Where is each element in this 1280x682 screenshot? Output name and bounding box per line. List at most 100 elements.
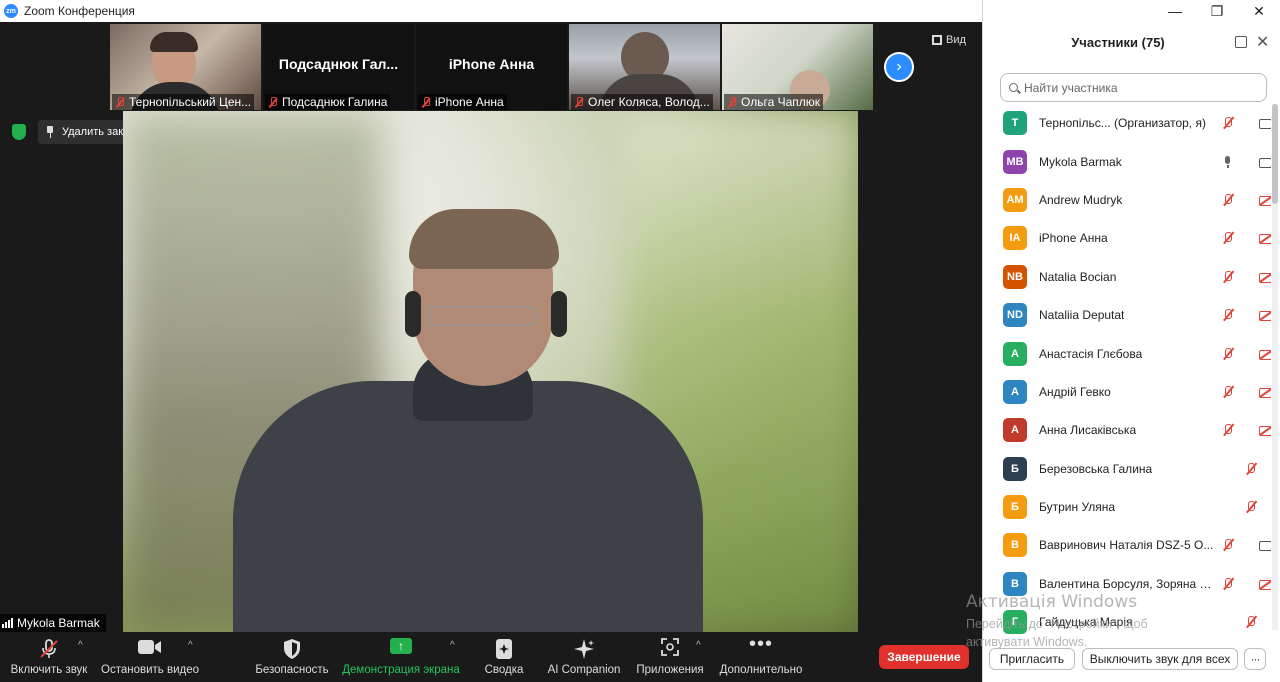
more-button[interactable]: ••• Дополнительно — [716, 633, 806, 680]
video-thumbnail[interactable]: Олег Коляса, Волод... — [569, 24, 720, 110]
participant-name: Андрій Гевко — [1039, 384, 1111, 399]
mic-muted-icon — [727, 96, 737, 108]
participant-row[interactable]: А Анна Лисаківська — [983, 411, 1271, 449]
participant-name: Анна Лисаківська — [1039, 423, 1137, 438]
avatar: Г — [1003, 610, 1027, 634]
unmute-button[interactable]: ^ Включить звук — [8, 636, 90, 680]
mic-muted-icon[interactable] — [1221, 308, 1235, 322]
participant-row[interactable]: AM Andrew Mudryk — [983, 181, 1271, 219]
stop-video-button[interactable]: ^ Остановить видео — [100, 636, 200, 680]
thumbnail-name: iPhone Анна — [435, 95, 504, 109]
participant-row[interactable]: Б Березовська Галина — [983, 450, 1271, 488]
maximize-icon[interactable]: ❐ — [1196, 0, 1238, 22]
video-thumbnail[interactable]: Ольга Чаплюк — [722, 24, 873, 110]
view-button[interactable]: Вид — [932, 34, 966, 46]
meeting-area: Тернопільський Цен... Подсаднюк Гал... П… — [0, 22, 982, 632]
video-thumbnail[interactable]: iPhone Анна iPhone Анна — [416, 24, 567, 110]
thumbnail-name: Олег Коляса, Волод... — [588, 95, 710, 109]
video-off-icon[interactable] — [1258, 308, 1271, 322]
video-thumbnail[interactable]: Тернопільський Цен... — [110, 24, 261, 110]
participant-row[interactable]: Б Бутрин Уляна — [983, 488, 1271, 526]
mic-muted-icon[interactable] — [1221, 116, 1235, 130]
participant-row[interactable]: В Вавринович Наталія DSZ-5 О... — [983, 526, 1271, 564]
video-off-icon[interactable] — [1258, 385, 1271, 399]
video-camera-icon[interactable] — [1258, 116, 1271, 130]
video-camera-icon[interactable] — [1258, 538, 1271, 552]
video-off-icon[interactable] — [1258, 231, 1271, 245]
avatar: ND — [1003, 303, 1027, 328]
mic-muted-icon[interactable] — [1244, 500, 1258, 514]
minimize-icon[interactable]: — — [1154, 0, 1196, 22]
popout-icon[interactable] — [1235, 36, 1247, 48]
mic-muted-icon[interactable] — [1221, 347, 1235, 361]
participant-row[interactable]: T Тернопільс... (Организатор, я) — [983, 104, 1271, 142]
share-screen-button[interactable]: ↑ ^ Демонстрация экрана — [340, 636, 462, 680]
window-title: Zoom Конференция — [24, 4, 135, 18]
more-options-button[interactable]: ··· — [1244, 648, 1266, 670]
mic-muted-icon[interactable] — [1221, 577, 1235, 591]
mic-muted-icon[interactable] — [1221, 193, 1235, 207]
avatar: Б — [1003, 495, 1027, 520]
window-close-icon[interactable]: ✕ — [1238, 0, 1280, 22]
video-options-caret[interactable]: ^ — [188, 640, 193, 651]
apps-options-caret[interactable]: ^ — [696, 640, 701, 651]
window-controls: — ❐ ✕ — [1154, 0, 1280, 22]
participant-name: Natalia Bocian — [1039, 269, 1117, 284]
apps-button[interactable]: ^ Приложения — [632, 636, 708, 680]
mic-muted-icon[interactable] — [1221, 231, 1235, 245]
video-thumbnail[interactable]: Подсаднюк Гал... Подсаднюк Галина — [263, 24, 414, 110]
share-screen-icon: ↑ — [390, 638, 412, 654]
video-off-icon[interactable] — [1258, 423, 1271, 437]
video-camera-icon — [138, 640, 161, 654]
mic-muted-icon[interactable] — [1221, 538, 1235, 552]
mic-muted-icon[interactable] — [1221, 385, 1235, 399]
mic-muted-icon[interactable] — [1244, 615, 1258, 629]
participant-row[interactable]: ND Nataliia Deputat — [983, 296, 1271, 334]
thumbnail-name: Тернопільський Цен... — [129, 95, 252, 109]
security-button[interactable]: Безопасность — [252, 636, 332, 680]
mic-muted-icon[interactable] — [1221, 423, 1235, 437]
participant-search[interactable] — [1000, 73, 1267, 102]
video-off-icon[interactable] — [1258, 270, 1271, 284]
participant-row[interactable]: А Андрій Гевко — [983, 373, 1271, 411]
speaker-name: Mykola Barmak — [17, 616, 100, 630]
participant-name: iPhone Анна — [1039, 231, 1108, 246]
participant-row[interactable]: IA iPhone Анна — [983, 219, 1271, 257]
more-dots-icon: ••• — [748, 633, 773, 655]
video-camera-icon[interactable] — [1258, 155, 1271, 169]
end-meeting-button[interactable]: Завершение — [879, 645, 969, 669]
mic-muted-icon[interactable] — [1244, 462, 1258, 476]
summary-button[interactable]: Сводка — [476, 636, 532, 680]
close-icon[interactable]: ✕ — [1256, 32, 1269, 52]
participant-row[interactable]: MB Mykola Barmak — [983, 142, 1271, 180]
share-options-caret[interactable]: ^ — [450, 640, 455, 651]
video-off-icon[interactable] — [1258, 347, 1271, 361]
window-titlebar: zm Zoom Конференция — [0, 0, 982, 22]
participant-row[interactable]: А Анастасія Глєбова — [983, 334, 1271, 372]
mic-icon[interactable] — [1221, 155, 1235, 169]
shield-icon — [284, 639, 300, 659]
participant-row[interactable]: В Валентина Борсуля, Зоряна М... — [983, 565, 1271, 603]
participant-name: Andrew Mudryk — [1039, 192, 1123, 207]
search-input[interactable] — [1024, 80, 1244, 95]
avatar: А — [1003, 379, 1027, 404]
thumbnail-label: Тернопільський Цен... — [112, 94, 255, 110]
ai-companion-button[interactable]: AI Companion — [544, 636, 624, 680]
video-off-icon[interactable] — [1258, 193, 1271, 207]
audio-options-caret[interactable]: ^ — [78, 640, 83, 651]
participant-row[interactable]: NB Natalia Bocian — [983, 258, 1271, 296]
participant-name: Nataliia Deputat — [1039, 308, 1125, 323]
summary-label: Сводка — [484, 664, 524, 676]
avatar: MB — [1003, 149, 1027, 174]
next-page-button[interactable]: › — [884, 52, 914, 82]
participant-name: Бутрин Уляна — [1039, 500, 1116, 515]
security-shield-icon[interactable] — [12, 124, 26, 140]
mute-all-button[interactable]: Выключить звук для всех — [1082, 648, 1238, 670]
scrollbar-thumb[interactable] — [1272, 104, 1278, 204]
invite-button[interactable]: Пригласить — [989, 648, 1075, 670]
apps-label: Приложения — [636, 664, 704, 676]
mic-muted-icon[interactable] — [1221, 270, 1235, 284]
grid-icon — [932, 35, 942, 45]
participant-row[interactable]: Г Гайдуцька Марія — [983, 603, 1271, 634]
video-off-icon[interactable] — [1258, 577, 1271, 591]
